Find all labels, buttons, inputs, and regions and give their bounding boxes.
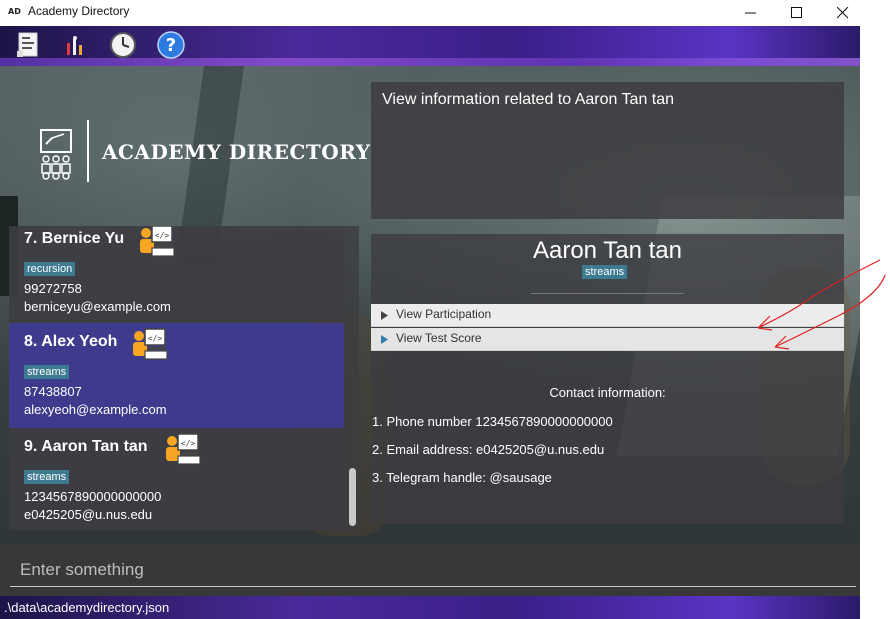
- student-icon: </>: [166, 433, 201, 465]
- clock-icon[interactable]: [109, 31, 137, 59]
- contact-telegram: 3. Telegram handle: @sausage: [372, 470, 552, 485]
- person-phone: 1234567890000000000: [24, 489, 162, 504]
- toolbar: ?: [0, 26, 860, 66]
- minimize-button[interactable]: [728, 0, 774, 26]
- person-email: alexyeoh@example.com: [24, 402, 167, 417]
- window-title: Academy Directory: [28, 4, 130, 18]
- person-name: 7. Bernice Yu: [24, 230, 125, 247]
- person-card[interactable]: 9. Aaron Tan tan </> streams 12345678900…: [9, 428, 344, 530]
- result-display: View information related to Aaron Tan ta…: [371, 82, 844, 219]
- svg-text:</>: </>: [148, 334, 163, 343]
- contact-email: 2. Email address: e0425205@u.nus.edu: [372, 442, 605, 457]
- title-bar: AD Academy Directory: [0, 0, 890, 26]
- svg-text:?: ?: [166, 35, 176, 56]
- maximize-button[interactable]: [774, 0, 820, 26]
- person-phone: 87438807: [24, 384, 82, 399]
- app-icon: AD: [8, 7, 21, 16]
- list-scrollbar[interactable]: [347, 226, 359, 530]
- toolbar-stripe: [0, 58, 860, 66]
- separator: [531, 293, 684, 294]
- help-icon[interactable]: ?: [157, 31, 185, 59]
- svg-text:</>: </>: [155, 231, 170, 240]
- logo-icon: [38, 126, 78, 185]
- expand-arrow-icon: [381, 335, 388, 344]
- person-card[interactable]: 7. Bernice Yu </> recursion 99272758 ber…: [9, 226, 344, 325]
- person-list[interactable]: 7. Bernice Yu </> recursion 99272758 ber…: [9, 226, 359, 530]
- accordion-label: View Test Score: [396, 331, 482, 345]
- student-icon: </>: [133, 328, 168, 360]
- logo-divider: [87, 120, 89, 182]
- minimize-icon: [745, 12, 756, 14]
- tag-badge: streams: [24, 470, 70, 484]
- result-text: View information related to Aaron Tan ta…: [382, 91, 675, 108]
- person-name: 9. Aaron Tan tan: [24, 438, 148, 455]
- data-file-path: .\data\academydirectory.json: [4, 600, 170, 615]
- tag-badge: streams: [582, 265, 628, 279]
- person-email: berniceyu@example.com: [24, 299, 171, 314]
- person-email: e0425205@u.nus.edu: [24, 507, 153, 522]
- person-card-selected[interactable]: 8. Alex Yeoh </> streams 87438807 alexye…: [9, 323, 344, 428]
- tag-badge: recursion: [24, 262, 76, 276]
- accordion-label: View Participation: [396, 307, 492, 321]
- command-input[interactable]: [10, 553, 856, 587]
- contact-title: Contact information:: [549, 385, 666, 400]
- contact-phone: 1. Phone number 1234567890000000000: [372, 414, 613, 429]
- maximize-icon: [791, 7, 802, 18]
- app-logo-title: ACADEMY DIRECTORY: [102, 140, 371, 164]
- student-icon: </>: [140, 226, 175, 257]
- tag-badge: streams: [24, 365, 70, 379]
- svg-text:</>: </>: [181, 439, 196, 448]
- person-name: 8. Alex Yeoh: [24, 333, 118, 350]
- close-button[interactable]: [820, 0, 866, 26]
- person-phone: 99272758: [24, 281, 82, 296]
- annotation-arrows: [757, 259, 886, 350]
- close-icon: [837, 7, 849, 19]
- notes-icon[interactable]: [15, 31, 43, 59]
- stats-icon[interactable]: [62, 31, 90, 59]
- expand-arrow-icon: [381, 311, 388, 320]
- main-area: ACADEMY DIRECTORY 7. Bernice Yu </> recu…: [0, 66, 860, 543]
- status-bar: .\data\academydirectory.json: [0, 596, 860, 619]
- scrollbar-thumb[interactable]: [349, 468, 356, 526]
